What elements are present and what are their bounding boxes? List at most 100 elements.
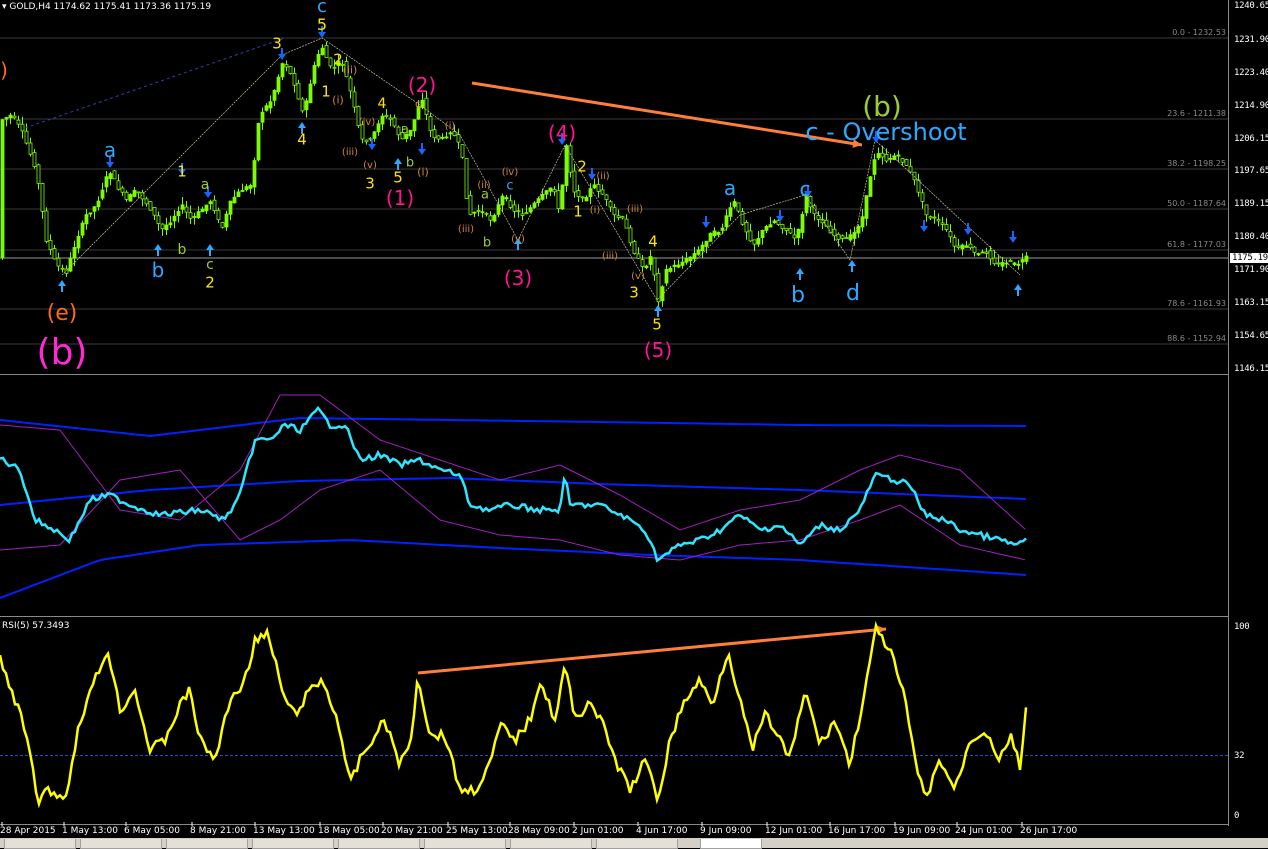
candle-body xyxy=(568,145,573,173)
candle-body xyxy=(600,189,605,195)
candle-body xyxy=(896,154,901,157)
candle-body xyxy=(320,47,325,56)
candle-body xyxy=(548,187,553,192)
candle-body xyxy=(708,232,713,242)
price-tick-label: 1206.15 xyxy=(1234,134,1268,144)
wave-label: 2 xyxy=(577,157,587,176)
candle-body xyxy=(684,258,689,263)
candle-body xyxy=(636,253,641,259)
time-tick-label: 12 Jun 01:00 xyxy=(765,826,823,836)
chart-canvas[interactable] xyxy=(0,0,1228,826)
candle-body xyxy=(424,97,429,115)
time-tick-label: 4 Jun 17:00 xyxy=(636,826,688,836)
fib-level-label: 78.6 - 1161.93 xyxy=(1167,299,1226,308)
candle-body xyxy=(888,157,893,160)
price-axis[interactable] xyxy=(1228,0,1268,826)
candle-body xyxy=(100,189,105,199)
candle-body xyxy=(200,208,205,213)
candle-body xyxy=(920,192,925,202)
chart-tabs-bar[interactable] xyxy=(0,838,1268,849)
candle-body xyxy=(376,123,381,133)
candle-body xyxy=(508,200,513,208)
candle-body xyxy=(964,245,969,248)
candle-body xyxy=(20,123,25,132)
candle-body xyxy=(620,216,625,219)
candle-body xyxy=(268,101,273,109)
bollinger-upper-line xyxy=(0,416,1026,438)
current-price-label: 1175.19 xyxy=(1230,253,1268,263)
candle-body xyxy=(1016,263,1021,266)
candle-body xyxy=(604,194,609,201)
candle-body xyxy=(752,239,757,245)
time-tick-label: 28 Apr 2015 xyxy=(0,826,56,836)
wave-label: a xyxy=(103,138,117,162)
down-arrow-icon xyxy=(588,168,596,180)
candle-body xyxy=(984,251,989,254)
fib-level-label: 61.8 - 1177.03 xyxy=(1167,240,1226,249)
candle-body xyxy=(504,197,509,200)
price-tick-label: 1180.40 xyxy=(1234,232,1268,242)
candle-body xyxy=(544,190,549,195)
rsi-line xyxy=(0,620,1028,809)
candle-body xyxy=(104,176,109,188)
candle-body xyxy=(264,105,269,111)
candle-body xyxy=(408,129,413,137)
wave-label: (ii) xyxy=(596,171,610,182)
candle-body xyxy=(992,257,997,265)
candle-body xyxy=(440,136,445,139)
candle-body xyxy=(844,237,849,239)
candle-body xyxy=(780,224,785,230)
bollinger-lower-line xyxy=(0,539,1027,599)
candle-body xyxy=(832,228,837,237)
candle-body xyxy=(396,126,401,136)
wave-label: 3 xyxy=(272,34,282,53)
dropdown-triangle-icon[interactable]: ▾ xyxy=(2,2,7,12)
candle-body xyxy=(564,145,569,186)
candle-body xyxy=(192,216,197,218)
wave-label: c xyxy=(317,0,327,17)
candle-body xyxy=(328,57,333,67)
candle-body xyxy=(168,222,173,226)
candle-body xyxy=(608,201,613,208)
wave-label: (1) xyxy=(385,186,415,210)
price-tick-label: 1171.90 xyxy=(1234,265,1268,275)
candle-body xyxy=(660,286,665,302)
candle-body xyxy=(8,114,13,119)
candle-body xyxy=(796,228,801,239)
candle-body xyxy=(924,204,929,216)
candle-body xyxy=(952,237,957,247)
down-arrow-icon xyxy=(964,223,972,235)
candle-body xyxy=(680,261,685,266)
candle-body xyxy=(624,218,629,229)
candle-body xyxy=(556,190,561,209)
candle-body xyxy=(676,264,681,268)
candle-body xyxy=(904,159,909,166)
candle-body xyxy=(460,144,465,158)
candle-body xyxy=(432,129,437,139)
candle-body xyxy=(1024,255,1029,262)
candle-body xyxy=(172,215,177,222)
candle-body xyxy=(716,231,721,236)
candle-body xyxy=(648,256,653,265)
candle-body xyxy=(616,215,621,218)
candle-body xyxy=(224,213,229,228)
candle-body xyxy=(456,134,461,143)
candle-body xyxy=(664,268,669,284)
candle-body xyxy=(40,183,45,212)
candle-body xyxy=(52,248,57,260)
candle-body xyxy=(520,213,525,216)
candle-body xyxy=(644,265,649,269)
price-tick-label: 1154.65 xyxy=(1234,331,1268,341)
candle-body xyxy=(480,211,485,214)
candle-body xyxy=(236,191,241,198)
candle-body xyxy=(136,191,141,194)
price-tick-label: 1223.40 xyxy=(1234,68,1268,78)
candle-body xyxy=(988,250,993,260)
candle-body xyxy=(1020,259,1025,263)
candle-body xyxy=(48,240,53,251)
wave-label: (i) xyxy=(589,205,601,216)
candle-body xyxy=(596,184,601,192)
candle-body xyxy=(740,211,745,225)
candle-body xyxy=(912,171,917,181)
wave-label: (b) xyxy=(36,332,88,373)
